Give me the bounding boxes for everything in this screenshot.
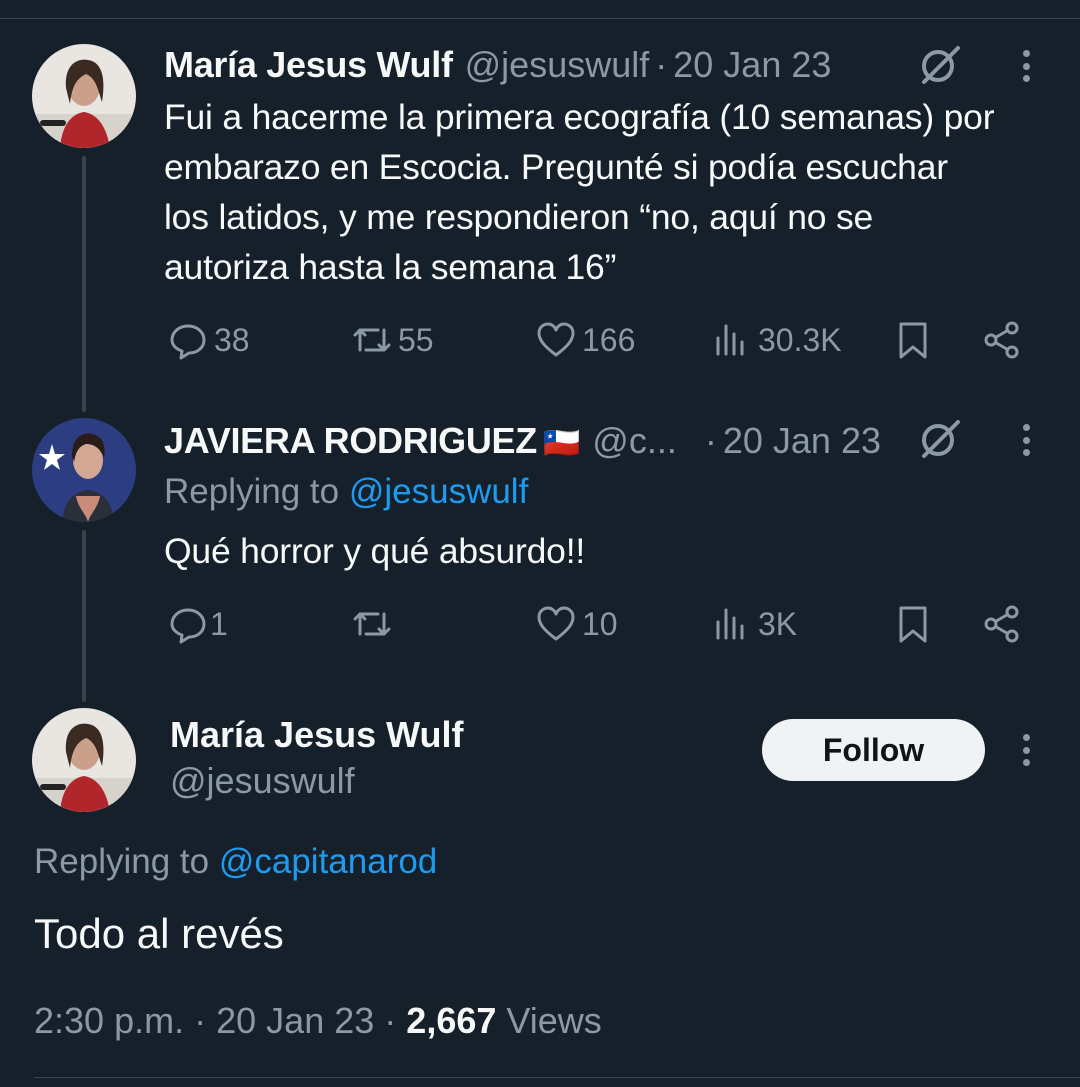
views-icon	[716, 324, 744, 356]
replying-to-handle[interactable]: @jesuswulf	[349, 472, 528, 511]
reply-button[interactable]: 1	[168, 604, 228, 644]
more-icon[interactable]	[1020, 418, 1032, 462]
share-button[interactable]	[982, 604, 1022, 644]
reply-icon	[170, 608, 206, 644]
views-count: 30.3K	[758, 321, 842, 358]
separator-dot: ·	[655, 44, 668, 85]
like-count: 166	[582, 321, 636, 358]
grok-icon[interactable]	[918, 42, 962, 86]
avatar[interactable]	[32, 708, 136, 812]
author-name[interactable]: JAVIERA RODRIGUEZ	[164, 420, 537, 462]
chile-flag-icon: 🇨🇱	[542, 427, 581, 460]
tweet-text-line: embarazo en Escocia. Pregunté si podía e…	[164, 147, 948, 187]
like-icon	[537, 606, 575, 641]
like-button[interactable]: 166	[536, 320, 635, 360]
bottom-divider	[34, 1077, 1080, 1078]
reply-icon	[170, 324, 206, 360]
tweet-text: Qué horror y qué absurdo!!	[164, 531, 586, 571]
tweet-header: JAVIERA RODRIGUEZ 🇨🇱 @c... · 20 Jan 23	[164, 420, 881, 462]
tweet-date[interactable]: 20 Jan 23	[673, 44, 831, 86]
retweet-icon	[353, 328, 391, 352]
like-button[interactable]: 10	[536, 604, 618, 644]
tweet-text-line: los latidos, y me respondieron “no, aquí…	[164, 197, 874, 237]
tweet-time[interactable]: 2:30 p.m.	[34, 1000, 184, 1041]
tweet-header: María Jesus Wulf @jesuswulf · 20 Jan 23	[164, 44, 831, 86]
views-button[interactable]: 3K	[712, 604, 797, 644]
tweet-date[interactable]: 20 Jan 23	[723, 420, 881, 462]
author-handle[interactable]: @jesuswulf	[170, 760, 355, 802]
retweet-count: 55	[398, 321, 434, 358]
replying-to-label: Replying to	[34, 842, 219, 881]
tweet-text: Fui a hacerme la primera ecografía (10 s…	[164, 92, 995, 292]
share-icon	[984, 605, 1019, 643]
avatar[interactable]	[32, 44, 136, 148]
like-count: 10	[582, 605, 618, 642]
grok-icon[interactable]	[918, 416, 962, 460]
tweet-meta: 2:30 p.m. · 20 Jan 23 · 2,667 Views	[34, 1000, 602, 1042]
views-icon	[716, 608, 744, 640]
more-icon[interactable]	[1020, 44, 1032, 88]
replying-to: Replying to @jesuswulf	[164, 472, 528, 512]
more-icon[interactable]	[1020, 728, 1032, 772]
replying-to: Replying to @capitanarod	[34, 842, 437, 882]
views-count: 3K	[758, 605, 798, 642]
top-divider	[0, 18, 1080, 19]
tweet-text-line: Fui a hacerme la primera ecografía (10 s…	[164, 97, 995, 137]
views-count: 2,667	[406, 1000, 497, 1041]
retweet-button[interactable]: 55	[352, 320, 434, 360]
replying-to-handle[interactable]: @capitanarod	[219, 842, 437, 881]
follow-button[interactable]: Follow	[762, 719, 985, 781]
share-button[interactable]	[982, 320, 1022, 360]
bookmark-button[interactable]	[893, 320, 933, 360]
tweet-text: Todo al revés	[34, 910, 284, 957]
replying-to-label: Replying to	[164, 472, 349, 511]
separator-dot: ·	[704, 420, 717, 461]
tweet-text-line: autoriza hasta la semana 16”	[164, 247, 617, 287]
views-label: Views	[506, 1000, 602, 1041]
avatar[interactable]	[32, 418, 136, 522]
author-handle[interactable]: @c...	[592, 420, 677, 462]
retweet-icon	[353, 612, 391, 636]
views-button[interactable]: 30.3K	[712, 320, 842, 360]
like-icon	[537, 322, 575, 357]
reply-count: 38	[214, 321, 250, 358]
reply-count: 1	[210, 605, 228, 642]
author-name[interactable]: María Jesus Wulf	[170, 714, 463, 756]
bookmark-icon	[899, 606, 927, 643]
share-icon	[984, 321, 1019, 359]
retweet-button[interactable]	[352, 604, 392, 644]
author-name[interactable]: María Jesus Wulf	[164, 44, 453, 86]
tweet-date[interactable]: 20 Jan 23	[216, 1000, 374, 1041]
bookmark-icon	[899, 322, 927, 359]
reply-button[interactable]: 38	[168, 320, 250, 360]
bookmark-button[interactable]	[893, 604, 933, 644]
separator-dot: ·	[384, 1000, 397, 1041]
author-handle[interactable]: @jesuswulf	[465, 44, 650, 86]
thread-line	[82, 530, 86, 702]
separator-dot: ·	[194, 1000, 207, 1041]
thread-line	[82, 156, 86, 412]
